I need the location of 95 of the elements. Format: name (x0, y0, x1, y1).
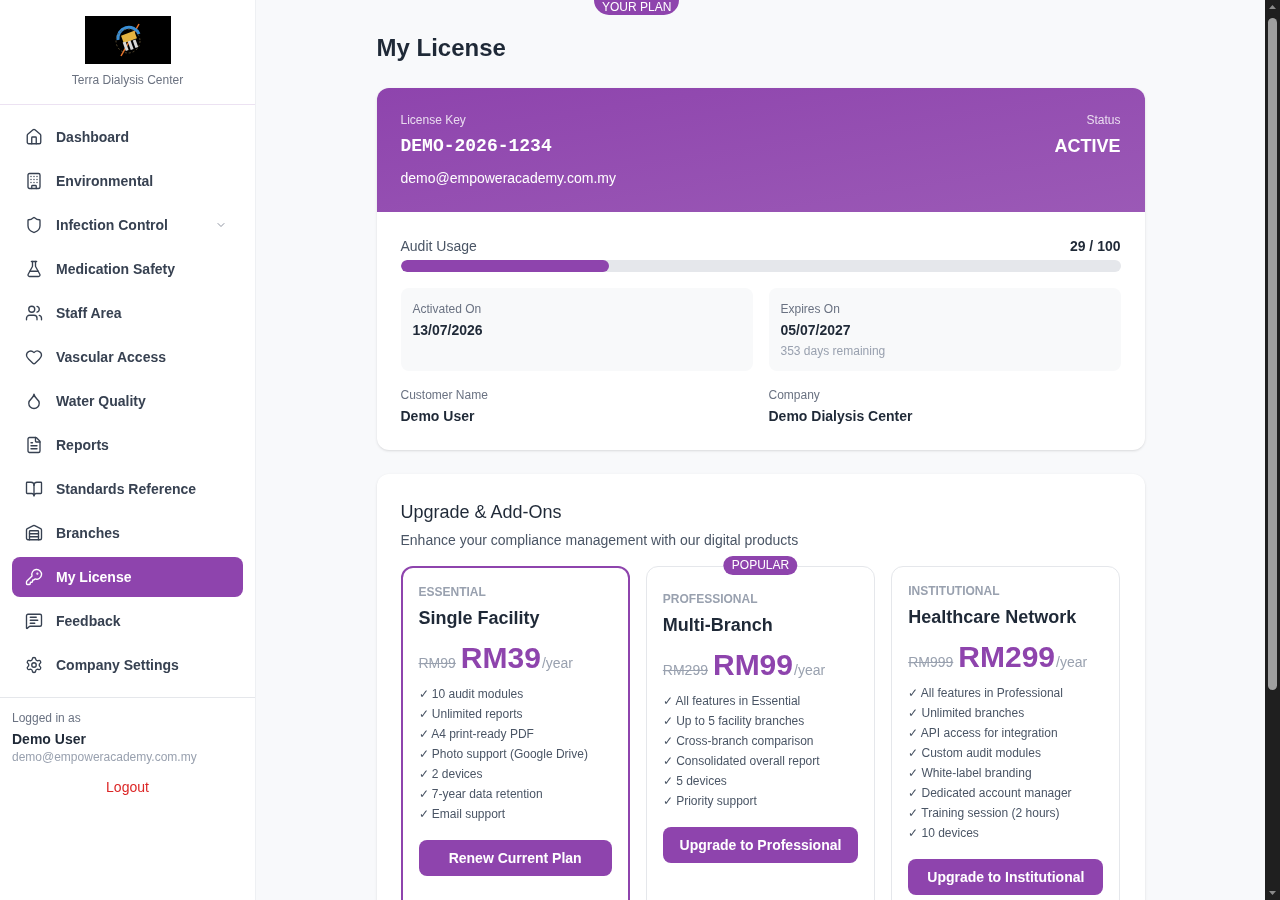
section-subtitle: Enhance your compliance management with our digital products (400, 531, 800, 550)
nav-item[interactable]: Company Settings (12, 645, 243, 685)
flask-icon (25, 260, 43, 278)
feature-item: ✓ Consolidated overall report (662, 753, 820, 770)
feature-item: ✓ 7-year data retention (418, 786, 543, 803)
usage-reading: 29 / 100 (1069, 237, 1121, 256)
nav-item[interactable]: Vascular Access (12, 337, 243, 377)
settings-icon (25, 656, 43, 674)
feature-item: ✓ Photo support (Google Drive) (418, 746, 588, 763)
price-period: /year (794, 661, 826, 680)
nav-item[interactable]: Infection Control (12, 205, 243, 245)
field-value: Demo Dialysis Center (768, 407, 914, 426)
droplet-icon (25, 392, 43, 410)
arrow-down-icon[interactable] (1269, 891, 1276, 895)
feature-item: ✓ 10 audit modules (418, 686, 524, 703)
plan-price: RM39 (460, 640, 541, 676)
price-period: /year (1056, 653, 1088, 672)
feature-item: ✓ Email support (418, 806, 506, 823)
field-value: Demo User (400, 407, 476, 426)
feature-item: ✓ Unlimited reports (418, 706, 523, 723)
document-icon (25, 436, 43, 454)
field-label: Status (1086, 112, 1121, 128)
feature-item: ✓ All features in Essential (662, 693, 801, 710)
old-price: RM99 (418, 654, 456, 673)
plan-badge: YOUR PLAN (594, 0, 680, 15)
nav-item[interactable]: Medication Safety (12, 249, 243, 289)
plan-name: Multi-Branch (662, 614, 773, 637)
plan-badge: POPULAR (723, 556, 798, 575)
price-period: /year (541, 654, 573, 673)
user-email: demo@empoweracademy.com.my (12, 749, 198, 765)
feature-item: ✓ All features in Professional (908, 685, 1063, 702)
user-name: Demo User (12, 730, 87, 749)
scrollbar-thumb[interactable] (1268, 18, 1277, 690)
old-price: RM999 (908, 653, 954, 672)
feature-item: ✓ 5 devices (662, 773, 727, 790)
date-value: 13/07/2026 (412, 321, 484, 340)
nav-item[interactable]: Standards Reference (12, 469, 243, 509)
message-icon (25, 612, 43, 630)
scrollbar[interactable] (1265, 0, 1280, 900)
key-icon (25, 568, 43, 586)
nav-item[interactable]: Staff Area (12, 293, 243, 333)
book-icon (25, 480, 43, 498)
feature-item: ✓ White-label branding (908, 765, 1032, 782)
feature-item: ✓ Training session (2 hours) (908, 805, 1060, 822)
page-title: My License (376, 33, 507, 63)
brand-name: Terra Dialysis Center (71, 72, 184, 88)
feature-item: ✓ API access for integration (908, 725, 1058, 742)
days-remaining: 353 days remaining (780, 343, 887, 359)
tier-label: INSTITUTIONAL (908, 583, 1000, 599)
tier-label: ESSENTIAL (418, 584, 486, 600)
field-label: Expires On (780, 301, 841, 317)
feature-item: ✓ 2 devices (418, 766, 483, 783)
field-label: Activated On (412, 301, 483, 317)
nav-item[interactable]: Branches (12, 513, 243, 553)
feature-item: ✓ 10 devices (908, 825, 979, 842)
status-value: ACTIVE (1054, 135, 1121, 158)
plan-button[interactable]: Upgrade to Professional (662, 827, 859, 863)
feature-item: ✓ Dedicated account manager (908, 785, 1072, 802)
field-label: Company (768, 387, 821, 403)
plan-price: RM99 (712, 647, 793, 683)
nav-item[interactable]: Dashboard (12, 117, 243, 157)
login-caption: Logged in as (12, 710, 82, 726)
plan-name: Healthcare Network (908, 606, 1077, 629)
plan-button[interactable]: Upgrade to Institutional (908, 859, 1104, 895)
feature-item: ✓ A4 print-ready PDF (418, 726, 534, 743)
people-icon (25, 304, 43, 322)
heart-icon (25, 348, 43, 366)
field-label: Customer Name (400, 387, 489, 403)
old-price: RM299 (662, 661, 708, 680)
warehouse-icon (25, 524, 43, 542)
arrow-up-icon[interactable] (1269, 5, 1276, 9)
nav-item[interactable]: Reports (12, 425, 243, 465)
logout-button[interactable]: Logout (98, 773, 157, 801)
nav-item[interactable]: Environmental (12, 161, 243, 201)
nav-item[interactable]: My License (12, 557, 243, 597)
feature-item: ✓ Custom audit modules (908, 745, 1041, 762)
usage-label: Audit Usage (400, 237, 477, 256)
building-icon (25, 172, 43, 190)
feature-item: ✓ Priority support (662, 793, 757, 810)
plan-button[interactable]: Renew Current Plan (418, 840, 612, 876)
house-icon (25, 128, 43, 146)
feature-item: ✓ Unlimited branches (908, 705, 1025, 722)
plan-price: RM299 (958, 639, 1055, 675)
feature-item: ✓ Up to 5 facility branches (662, 713, 805, 730)
section-title: Upgrade & Add-Ons (400, 501, 563, 524)
feature-item: ✓ Cross-branch comparison (662, 733, 814, 750)
tier-label: PROFESSIONAL (662, 591, 758, 607)
shield-icon (25, 216, 43, 234)
field-label: License Key (400, 112, 467, 128)
license-key: DEMO-2026-1234 (400, 132, 616, 160)
nav-item[interactable]: Feedback (12, 601, 243, 641)
nav-item[interactable]: Water Quality (12, 381, 243, 421)
plan-name: Single Facility (418, 607, 540, 630)
date-value: 05/07/2027 (780, 321, 852, 340)
license-email: demo@empoweracademy.com.my (400, 169, 616, 188)
